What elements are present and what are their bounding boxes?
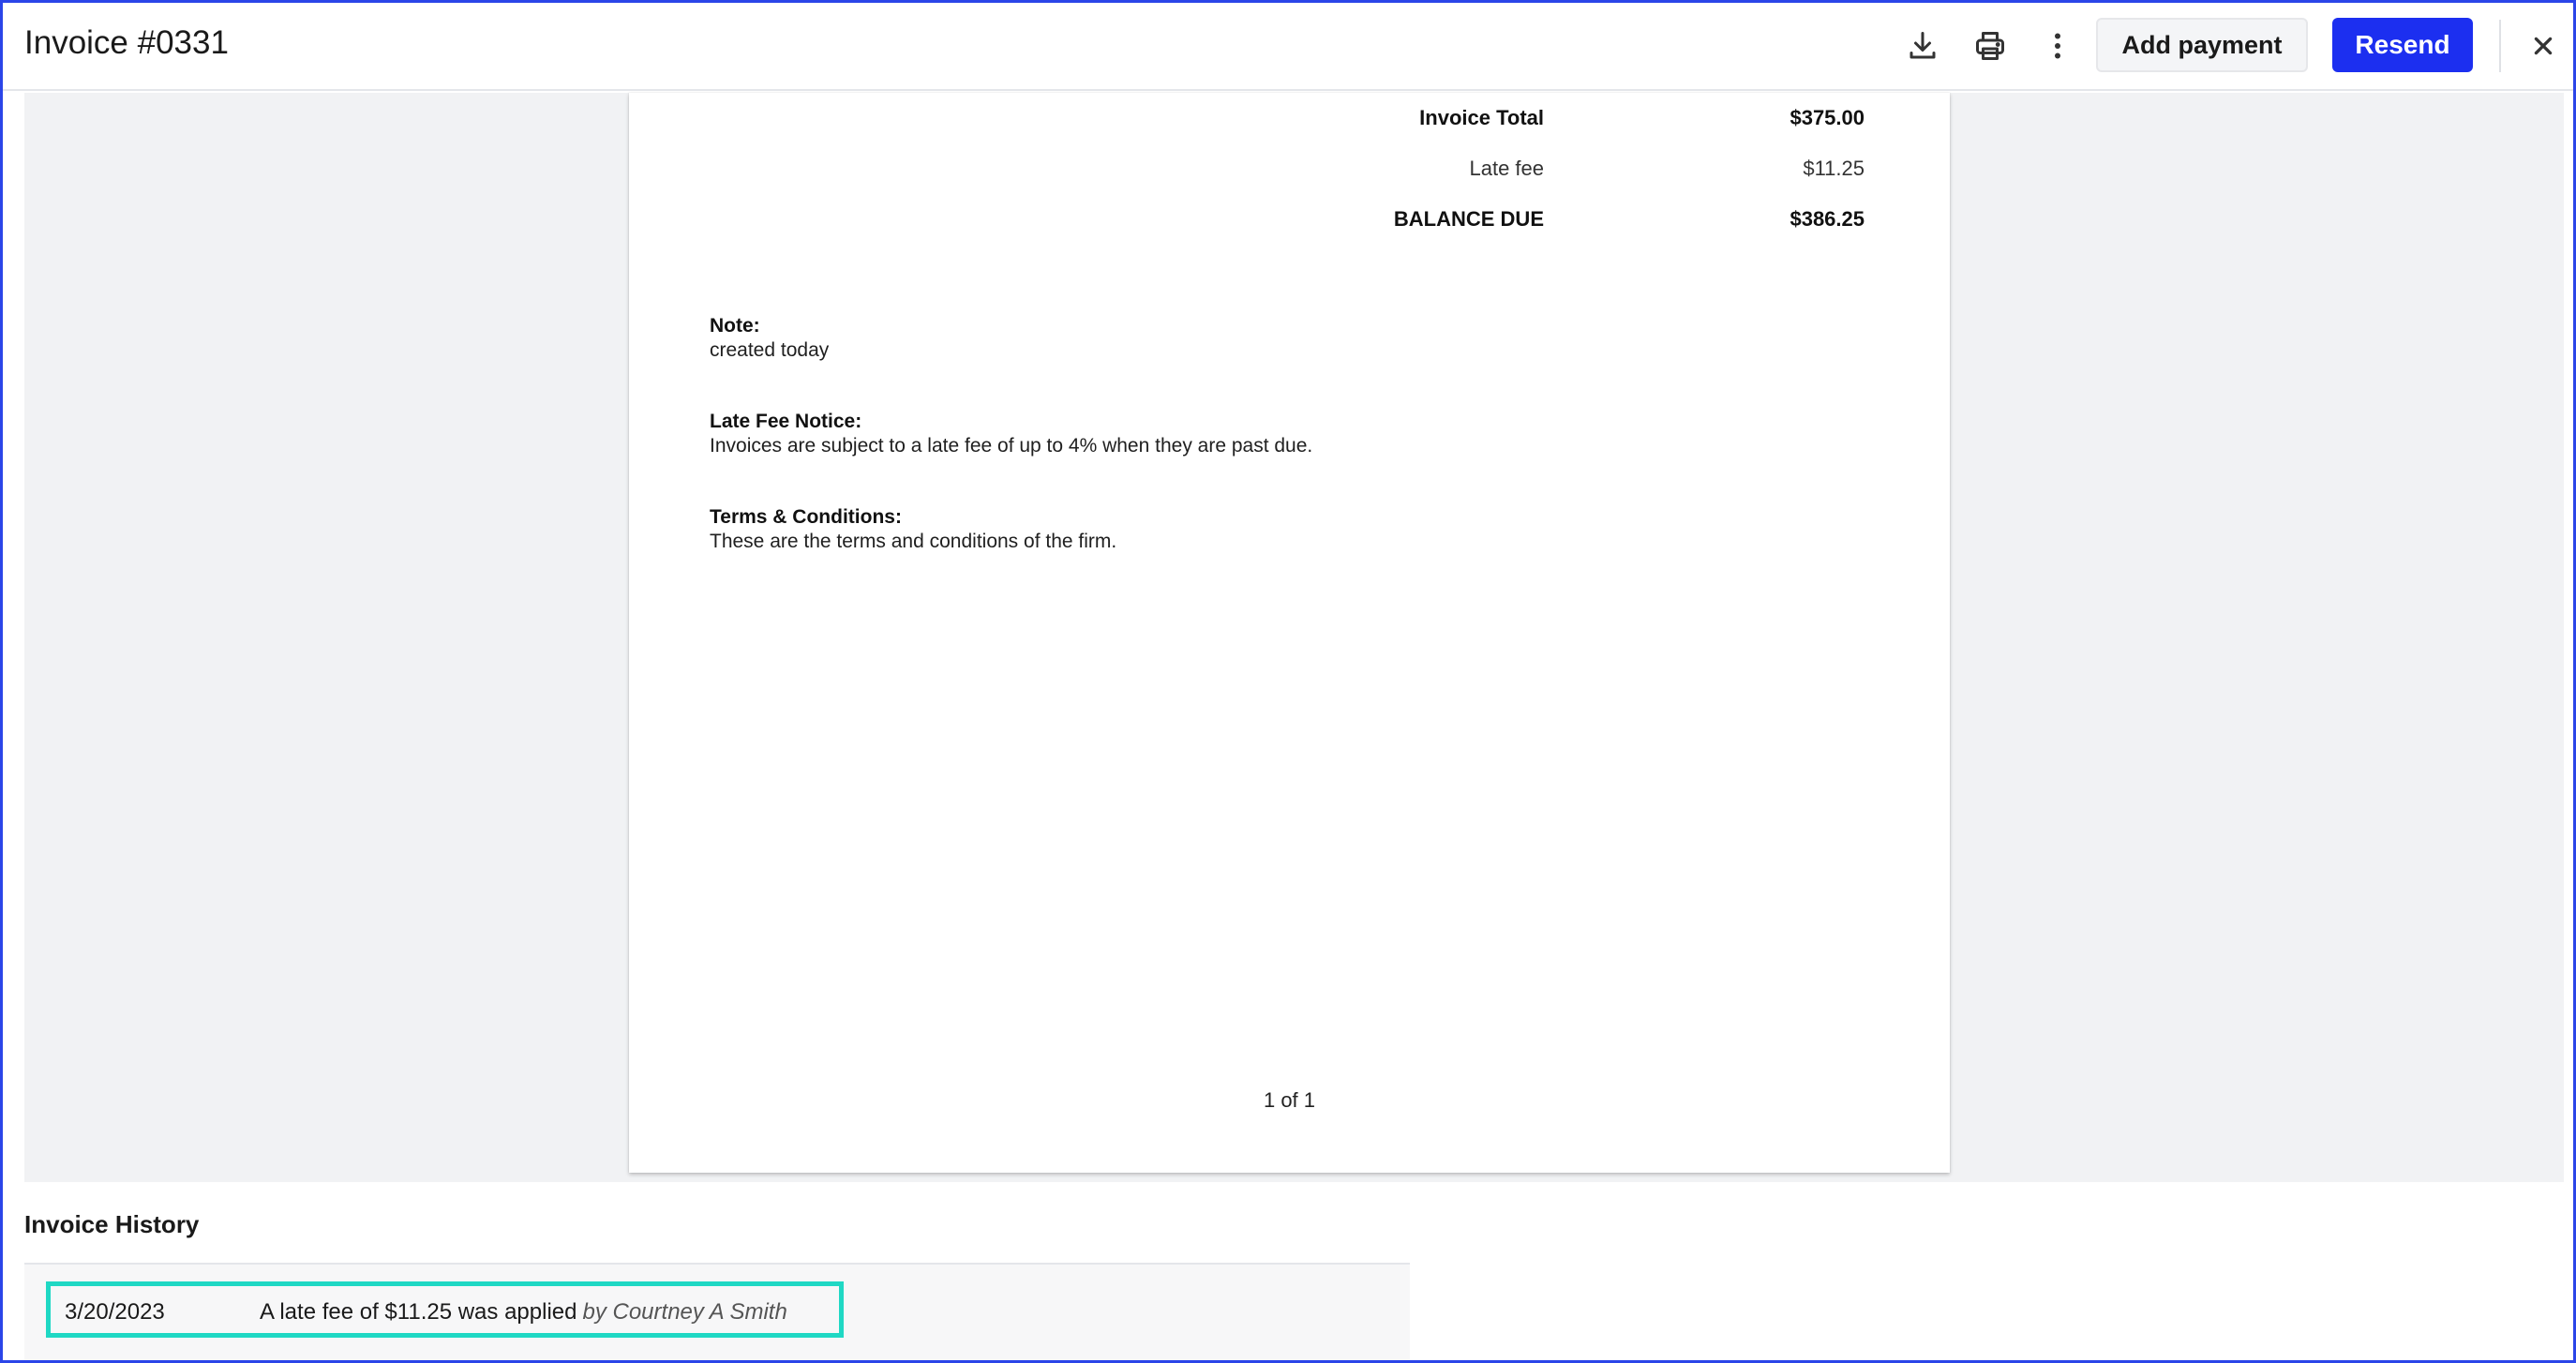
totals-value: $11.25 (1803, 157, 1865, 180)
totals-label: BALANCE DUE (1393, 207, 1544, 231)
history-description-wrap: A late fee of $11.25 was applied by Court… (260, 1299, 787, 1326)
late-fee-notice-section: Late Fee Notice: Invoices are subject to… (710, 410, 1863, 458)
totals-label: Invoice Total (1419, 106, 1544, 129)
history-row[interactable]: 3/20/2023 A late fee of $11.25 was appli… (46, 1281, 844, 1338)
more-options-button[interactable] (2033, 22, 2082, 70)
print-icon (1976, 32, 2004, 60)
close-icon (2534, 37, 2553, 55)
header-divider (2499, 20, 2501, 72)
terms-section: Terms & Conditions: These are the terms … (710, 505, 1863, 554)
note-text: created today (710, 339, 830, 361)
invoice-history-table: 3/20/2023 A late fee of $11.25 was appli… (24, 1263, 1410, 1360)
history-description: A late fee of $11.25 was applied (260, 1299, 577, 1325)
totals-row-invoice-total: Invoice Total $375.00 (629, 106, 1950, 140)
history-date: 3/20/2023 (65, 1299, 165, 1325)
header-bar: Invoice #0331 Add payment Resend (3, 3, 2573, 91)
more-vertical-icon (2055, 33, 2060, 59)
page-title: Invoice #0331 (24, 24, 229, 61)
late-fee-notice-text: Invoices are subject to a late fee of up… (710, 435, 1313, 457)
invoice-history-title: Invoice History (24, 1210, 200, 1238)
download-icon (1910, 32, 1936, 59)
terms-title: Terms & Conditions: (710, 506, 902, 528)
invoice-preview-window: Invoice #0331 Add payment Resend Invoice… (0, 0, 2576, 1363)
totals-row-late-fee: Late fee $11.25 (629, 157, 1950, 190)
history-author: by Courtney A Smith (582, 1299, 787, 1325)
print-button[interactable] (1966, 22, 2014, 70)
invoice-page: Invoice Total $375.00 Late fee $11.25 BA… (629, 93, 1950, 1173)
resend-button[interactable]: Resend (2332, 18, 2473, 72)
totals-value: $375.00 (1790, 106, 1865, 129)
add-payment-button[interactable]: Add payment (2096, 18, 2308, 72)
invoice-preview-area[interactable]: Invoice Total $375.00 Late fee $11.25 BA… (24, 93, 2564, 1182)
page-indicator: 1 of 1 (1263, 1088, 1316, 1112)
download-button[interactable] (1898, 22, 1947, 70)
totals-value: $386.25 (1790, 207, 1865, 231)
totals-row-balance-due: BALANCE DUE $386.25 (629, 207, 1950, 241)
close-button[interactable] (2519, 22, 2568, 70)
late-fee-notice-title: Late Fee Notice: (710, 411, 862, 432)
note-title: Note: (710, 315, 760, 337)
terms-text: These are the terms and conditions of th… (710, 531, 1117, 552)
note-section: Note: created today (710, 314, 1863, 363)
totals-label: Late fee (1469, 157, 1544, 180)
